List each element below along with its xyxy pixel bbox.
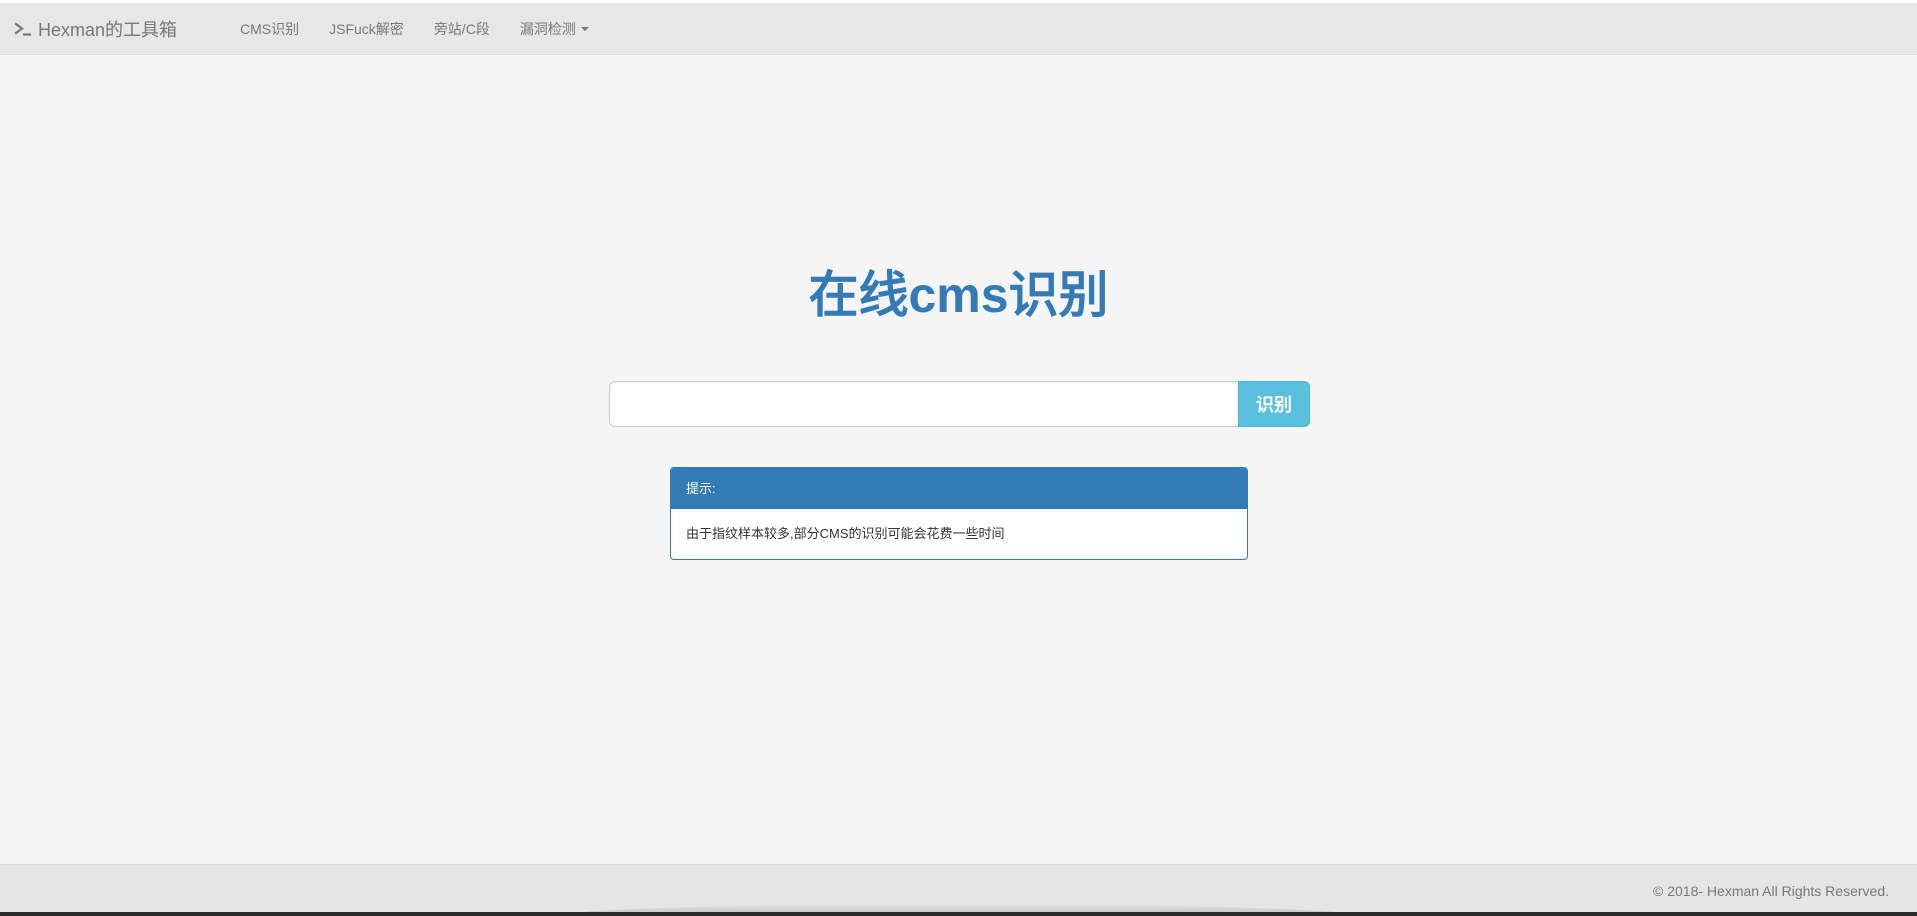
nav-item-label: 漏洞检测 [519, 21, 576, 37]
caret-down-icon [580, 27, 589, 31]
notice-panel: 提示: 由于指纹样本较多,部分CMS的识别可能会花费一些时间 [670, 467, 1248, 560]
notice-heading: 提示: [671, 468, 1247, 509]
terminal-icon [14, 21, 32, 37]
nav-menu: CMS识别 JSFuck解密 旁站/C段 漏洞检测 [225, 3, 604, 55]
copyright-text: © 2018- Hexman All Rights Reserved. [1653, 883, 1889, 899]
brand-label: Hexman的工具箱 [38, 20, 178, 40]
identify-button[interactable]: 识别 [1238, 381, 1310, 427]
nav-item-vuln-dropdown[interactable]: 漏洞检测 [505, 3, 604, 55]
nav-item-label: JSFuck解密 [329, 21, 404, 37]
bottom-strip [0, 912, 1917, 916]
brand-link[interactable]: Hexman的工具箱 [14, 3, 177, 55]
page: Hexman的工具箱 CMS识别 JSFuck解密 旁站/C段 漏洞检测 在线c… [0, 0, 1917, 916]
search-group: 识别 [609, 381, 1310, 427]
nav-item-sidesite[interactable]: 旁站/C段 [419, 3, 505, 55]
navbar: Hexman的工具箱 CMS识别 JSFuck解密 旁站/C段 漏洞检测 [0, 3, 1917, 55]
nav-item-jsfuck[interactable]: JSFuck解密 [314, 3, 419, 55]
page-title: 在线cms识别 [808, 267, 1109, 323]
notice-body: 由于指纹样本较多,部分CMS的识别可能会花费一些时间 [686, 526, 1005, 541]
nav-item-label: 旁站/C段 [433, 21, 490, 37]
nav-item-label: CMS识别 [240, 21, 300, 37]
nav-item-cms[interactable]: CMS识别 [225, 3, 314, 55]
url-input[interactable] [609, 381, 1238, 427]
